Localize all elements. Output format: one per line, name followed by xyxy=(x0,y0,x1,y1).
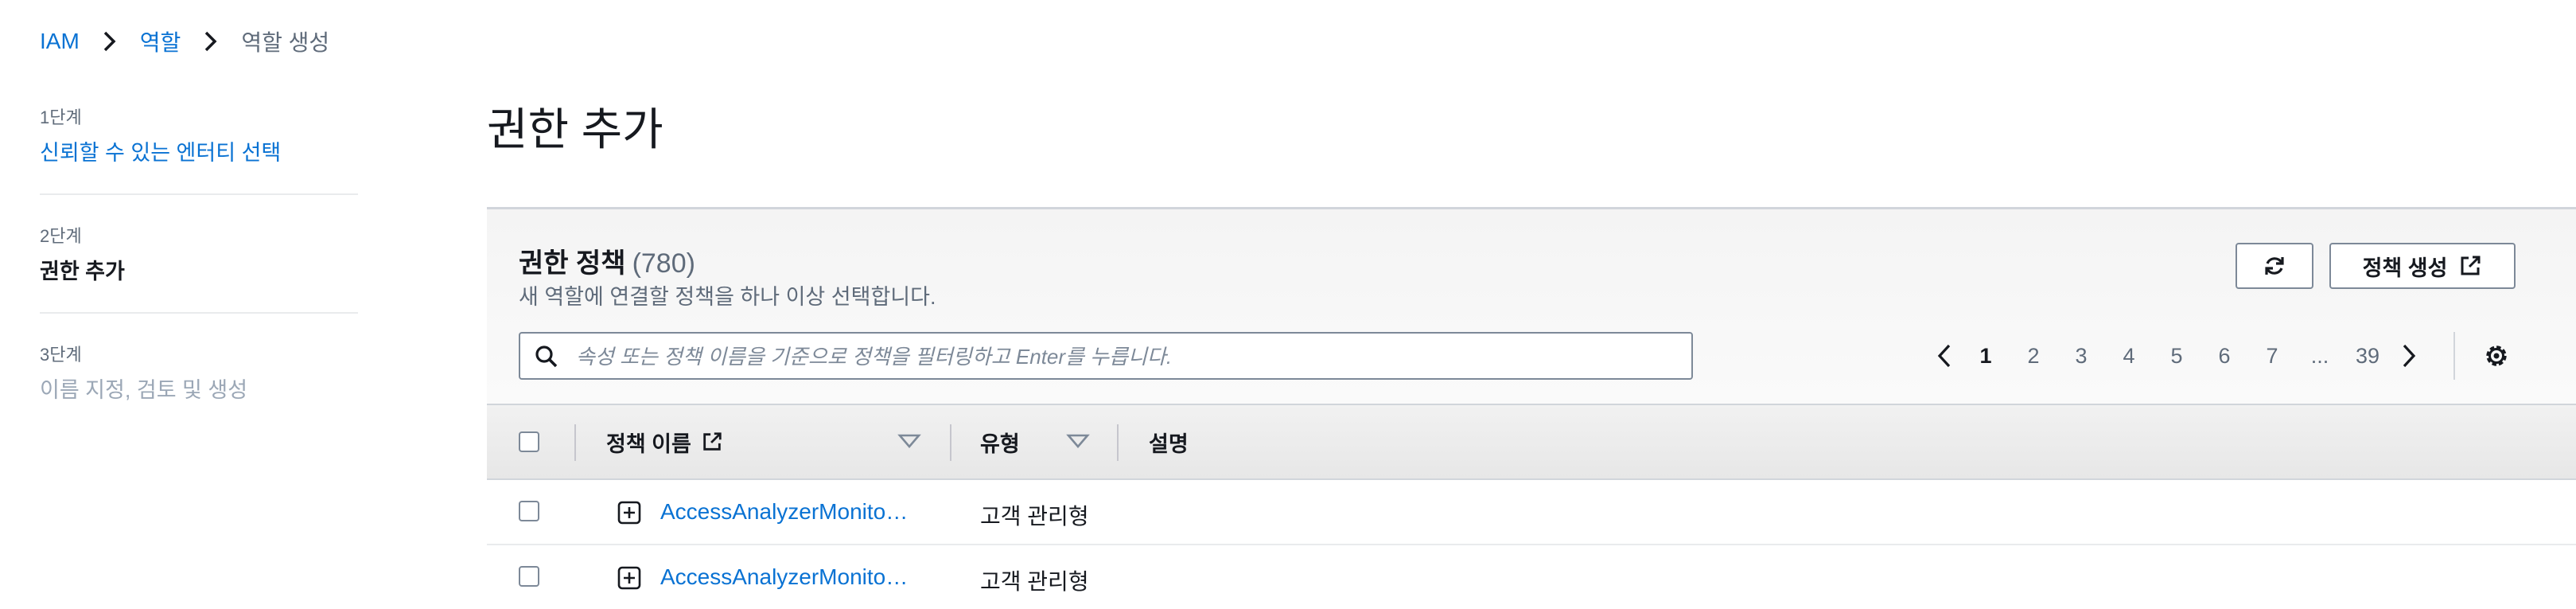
table-row: AccessAnalyzerMonito… 고객 관리형 xyxy=(487,545,2576,609)
chevron-right-icon xyxy=(2403,344,2416,368)
policy-search-box xyxy=(519,332,1693,380)
chevron-right-icon xyxy=(195,29,227,54)
refresh-button[interactable] xyxy=(2236,243,2313,289)
panel-title-text: 권한 정책 xyxy=(519,248,626,279)
table-row: AccessAnalyzerMonito… 고객 관리형 xyxy=(487,480,2576,545)
column-header-description[interactable]: 설명 xyxy=(1149,405,1189,478)
breadcrumb-current: 역할 생성 xyxy=(241,30,330,55)
step-3: 3단계 이름 지정, 검토 및 생성 xyxy=(40,341,358,431)
refresh-icon xyxy=(2265,257,2284,275)
expand-plus-icon[interactable] xyxy=(617,566,641,590)
step-title-current: 권한 추가 xyxy=(40,260,125,283)
breadcrumb-roles-link[interactable]: 역할 xyxy=(140,25,181,57)
sort-caret-down-icon[interactable] xyxy=(1066,432,1090,450)
column-header-policy-name[interactable]: 정책 이름 xyxy=(606,405,723,478)
page-1-button[interactable]: 1 xyxy=(1962,344,2010,369)
policy-type: 고객 관리형 xyxy=(980,504,1089,529)
page-ellipsis: ... xyxy=(2310,343,2329,368)
column-divider xyxy=(574,424,576,461)
select-all-checkbox[interactable] xyxy=(519,431,539,452)
panel-description: 새 역할에 연결할 정책을 하나 이상 선택합니다. xyxy=(519,285,936,309)
previous-page-button[interactable] xyxy=(1927,338,1962,373)
row-checkbox[interactable] xyxy=(519,501,539,521)
panel-title: 권한 정책 (780) xyxy=(519,241,695,280)
policy-name-link[interactable]: AccessAnalyzerMonito… xyxy=(660,564,908,590)
panel-header: 권한 정책 (780) 새 역할에 연결할 정책을 하나 이상 선택합니다. 정책… xyxy=(487,209,2576,404)
page-2-button[interactable]: 2 xyxy=(2010,344,2057,369)
column-label: 정책 이름 xyxy=(606,431,691,456)
step-title-link[interactable]: 신뢰할 수 있는 엔터티 선택 xyxy=(40,135,358,166)
gear-icon[interactable] xyxy=(2482,342,2511,370)
row-checkbox[interactable] xyxy=(519,566,539,587)
step-title-disabled: 이름 지정, 검토 및 생성 xyxy=(40,378,248,402)
sort-caret-down-icon[interactable] xyxy=(897,432,921,450)
page-5-button[interactable]: 5 xyxy=(2153,344,2200,369)
step-number: 2단계 xyxy=(40,226,82,246)
search-icon xyxy=(535,345,558,368)
page-title: 권한 추가 xyxy=(487,104,663,154)
next-page-button[interactable] xyxy=(2391,338,2426,373)
policy-type: 고객 관리형 xyxy=(980,569,1089,594)
column-header-type[interactable]: 유형 xyxy=(980,405,1020,478)
toolbar-divider xyxy=(2453,332,2455,380)
step-2: 2단계 권한 추가 xyxy=(40,222,358,314)
page-6-button[interactable]: 6 xyxy=(2200,344,2248,369)
create-policy-label: 정책 생성 xyxy=(2362,256,2448,280)
policy-name-link[interactable]: AccessAnalyzerMonito… xyxy=(660,499,908,525)
chevron-right-icon xyxy=(94,29,126,54)
page-4-button[interactable]: 4 xyxy=(2105,344,2153,369)
column-divider xyxy=(1117,424,1119,461)
create-policy-button[interactable]: 정책 생성 xyxy=(2329,243,2516,289)
policy-count: (780) xyxy=(632,248,695,279)
breadcrumb: IAM 역할 역할 생성 xyxy=(40,25,329,57)
external-link-icon xyxy=(703,432,722,451)
pagination: 1 2 3 4 5 6 7 ... 39 xyxy=(1927,332,2426,380)
table-header: 정책 이름 유형 설명 xyxy=(487,404,2576,480)
page-39-button[interactable]: 39 xyxy=(2344,344,2391,369)
expand-plus-icon[interactable] xyxy=(617,501,641,525)
chevron-left-icon xyxy=(1937,344,1951,368)
external-link-icon xyxy=(2461,256,2481,275)
page-7-button[interactable]: 7 xyxy=(2248,344,2296,369)
breadcrumb-iam-link[interactable]: IAM xyxy=(40,29,80,54)
column-divider xyxy=(950,424,951,461)
page-3-button[interactable]: 3 xyxy=(2057,344,2105,369)
policy-search-input[interactable] xyxy=(574,334,1675,380)
step-1: 1단계 신뢰할 수 있는 엔터티 선택 xyxy=(40,103,358,195)
wizard-steps: 1단계 신뢰할 수 있는 엔터티 선택 2단계 권한 추가 3단계 이름 지정,… xyxy=(40,103,358,458)
permissions-policies-panel: 권한 정책 (780) 새 역할에 연결할 정책을 하나 이상 선택합니다. 정책… xyxy=(487,207,2576,594)
step-number: 3단계 xyxy=(40,345,82,365)
step-number: 1단계 xyxy=(40,107,82,127)
